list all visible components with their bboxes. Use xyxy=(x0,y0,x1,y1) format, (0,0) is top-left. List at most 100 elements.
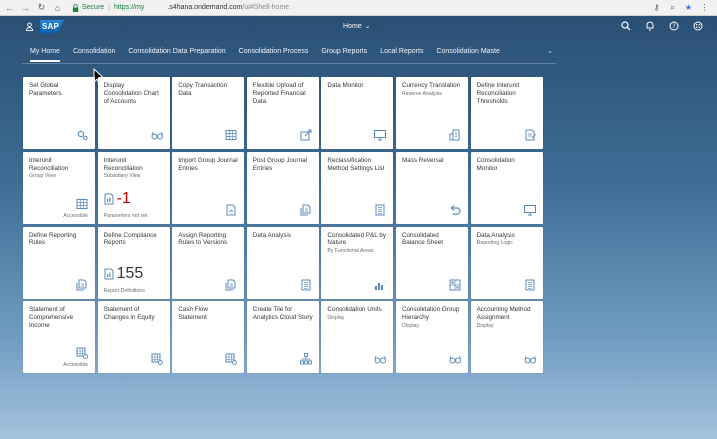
shell-header: SAP Home ⌄ ? xyxy=(0,16,717,37)
tile[interactable]: Data Monitor xyxy=(321,77,394,149)
tile-title: Interunit Reconciliation xyxy=(29,156,69,172)
tile[interactable]: Define Compliance Reports 155 Report Defin… xyxy=(97,226,170,299)
tab-group-reports[interactable]: Group Reports xyxy=(321,45,367,59)
document-post-icon xyxy=(76,279,87,291)
forward-icon[interactable]: → xyxy=(19,1,32,14)
tile[interactable]: Copy Transaction Data xyxy=(172,77,245,149)
user-icon[interactable] xyxy=(25,22,34,31)
tile-footer: Accessible xyxy=(63,212,88,219)
tile-subtitle: Reporting Logic xyxy=(476,240,513,247)
key-icon[interactable]: ⚷ xyxy=(652,3,661,12)
chevron-down-icon: ⌄ xyxy=(364,23,371,30)
tab-consolidation-data-preparation[interactable]: Consolidation Data Preparation xyxy=(128,45,225,59)
tab-consolidation-process[interactable]: Consolidation Process xyxy=(239,45,309,59)
tile-title: Statement of Comprehensive Income xyxy=(29,306,74,329)
svg-text:$: $ xyxy=(385,279,386,285)
tile[interactable]: Mass Reversal xyxy=(396,151,468,224)
tile[interactable]: Interunit Reconciliation Group View Access… xyxy=(23,151,95,224)
tile[interactable]: Consolidated P&L by Nature By Functional … xyxy=(321,226,394,299)
tile-title: Data Monitor xyxy=(327,82,364,89)
tile[interactable]: Consolidated Balance Sheet xyxy=(396,226,468,299)
building-icon xyxy=(449,129,460,141)
tab-consolidation-master[interactable]: Consolidation Maste xyxy=(436,45,499,59)
address-bar[interactable]: Secure | https://my .s4hana.ondemand.com… xyxy=(72,2,289,14)
tile[interactable]: Consolidation Monitor xyxy=(470,151,543,224)
url-protocol: https://my xyxy=(114,4,145,11)
zoom-icon[interactable]: ⌕ xyxy=(668,3,677,12)
list-icon xyxy=(301,279,311,291)
tile-title: Post Group Journal Entries xyxy=(252,156,308,172)
tile-title: Accounting Method Assignment xyxy=(476,306,531,322)
secure-label: Secure xyxy=(82,4,105,11)
notifications-icon[interactable] xyxy=(645,21,655,31)
tile[interactable]: Currency Translation Reserve Analysis xyxy=(396,77,468,149)
back-icon[interactable]: ← xyxy=(3,1,16,14)
tile[interactable]: Consolidation Units Display xyxy=(321,301,394,374)
tab-my-home[interactable]: My Home xyxy=(30,45,60,62)
tile[interactable]: Interunit Reconciliation Subsidiary View -… xyxy=(97,151,170,224)
svg-text:?: ? xyxy=(672,23,675,30)
tile-title: Create Tile for Analytics Cloud Story xyxy=(252,306,313,322)
list-icon xyxy=(375,204,385,216)
tile[interactable]: Data Analysis Reporting Logic xyxy=(470,226,543,299)
tile-kpi: 155 xyxy=(104,264,144,283)
sap-logo[interactable]: SAP xyxy=(40,20,64,33)
upload-icon xyxy=(300,129,312,141)
tile-footer: Parameters not set xyxy=(103,212,148,219)
tile[interactable]: Set Global Parameters xyxy=(23,77,95,149)
tile-title: Data Analysis xyxy=(252,231,291,239)
tab-consolidation[interactable]: Consolidation xyxy=(73,45,115,59)
tile-title: Copy Transaction Data xyxy=(178,82,228,97)
tile[interactable]: Data Analysis xyxy=(246,226,319,299)
bookmark-star-icon[interactable]: ★ xyxy=(684,3,693,12)
glasses-icon xyxy=(374,356,387,364)
tile-title: Mass Reversal xyxy=(402,156,444,164)
monitor-icon xyxy=(374,130,387,141)
tile[interactable]: Display Consolidation Chart of Accounts xyxy=(97,77,170,149)
tile[interactable]: Statement of Changes in Equity xyxy=(97,301,170,374)
tile[interactable]: Reclassification Method Settings List xyxy=(321,151,394,224)
bar-chart-icon: $ xyxy=(375,279,386,290)
tile-title: Consolidated Balance Sheet xyxy=(402,231,443,247)
tile-title: Consolidation Monitor xyxy=(476,156,515,172)
reload-icon[interactable]: ↻ xyxy=(35,1,48,14)
tile-title: Flexible Upload of Reported Financial Da… xyxy=(252,82,306,105)
tile[interactable]: Consolidation Group Hierarchy Display xyxy=(396,301,468,374)
tile-subtitle: Group View xyxy=(29,173,57,180)
grid-settings-icon xyxy=(76,347,88,360)
sap-logo-text: SAP xyxy=(42,22,60,31)
tile-subtitle: Display xyxy=(476,322,494,329)
browser-toolbar: ← → ↻ ⌂ Secure | https://my .s4hana.onde… xyxy=(0,0,717,16)
url-separator: | xyxy=(108,4,111,11)
tile[interactable]: Statement of Comprehensive Income Accessi… xyxy=(23,301,95,374)
tile[interactable]: Accounting Method Assignment Display xyxy=(470,301,543,374)
tile-title: Import Group Journal Entries xyxy=(178,156,238,172)
document-post-icon xyxy=(225,279,236,291)
tile-title: Set Global Parameters xyxy=(29,82,62,97)
tile[interactable]: Define Reporting Rules xyxy=(23,226,95,299)
document-icon xyxy=(226,204,236,216)
tile[interactable]: Post Group Journal Entries xyxy=(246,151,319,224)
grid-icon[interactable] xyxy=(693,21,703,31)
tile-title: Currency Translation xyxy=(402,82,461,89)
tab-divider xyxy=(22,63,556,64)
tile-title: Interunit Reconciliation xyxy=(103,156,143,172)
tile[interactable]: Create Tile for Analytics Cloud Story xyxy=(246,301,319,374)
home-title-button[interactable]: Home ⌄ xyxy=(343,22,371,31)
grid-settings-icon xyxy=(151,353,163,366)
tile[interactable]: Import Group Journal Entries xyxy=(172,151,245,224)
tab-local-reports[interactable]: Local Reports xyxy=(380,45,423,59)
tile-title: Define Compliance Reports xyxy=(103,231,157,247)
menu-icon[interactable]: ⋮ xyxy=(700,3,709,12)
tile-kpi-value: 155 xyxy=(116,264,144,282)
tile[interactable]: Define Interunit Reconciliation Threshol… xyxy=(470,77,543,149)
home-icon[interactable]: ⌂ xyxy=(51,1,64,14)
help-icon[interactable]: ? xyxy=(669,21,679,31)
tile[interactable]: Flexible Upload of Reported Financial Da… xyxy=(246,77,319,149)
tabs-overflow-chevron-icon[interactable]: ⌄ xyxy=(547,47,553,55)
tile-title: Reclassification Method Settings List xyxy=(327,156,385,172)
search-icon[interactable] xyxy=(621,21,631,31)
tile[interactable]: Assign Reporting Rules to Versions xyxy=(172,226,245,299)
tile[interactable]: Cash Flow Statement xyxy=(172,301,245,374)
tile-title: Assign Reporting Rules to Versions xyxy=(178,231,228,247)
